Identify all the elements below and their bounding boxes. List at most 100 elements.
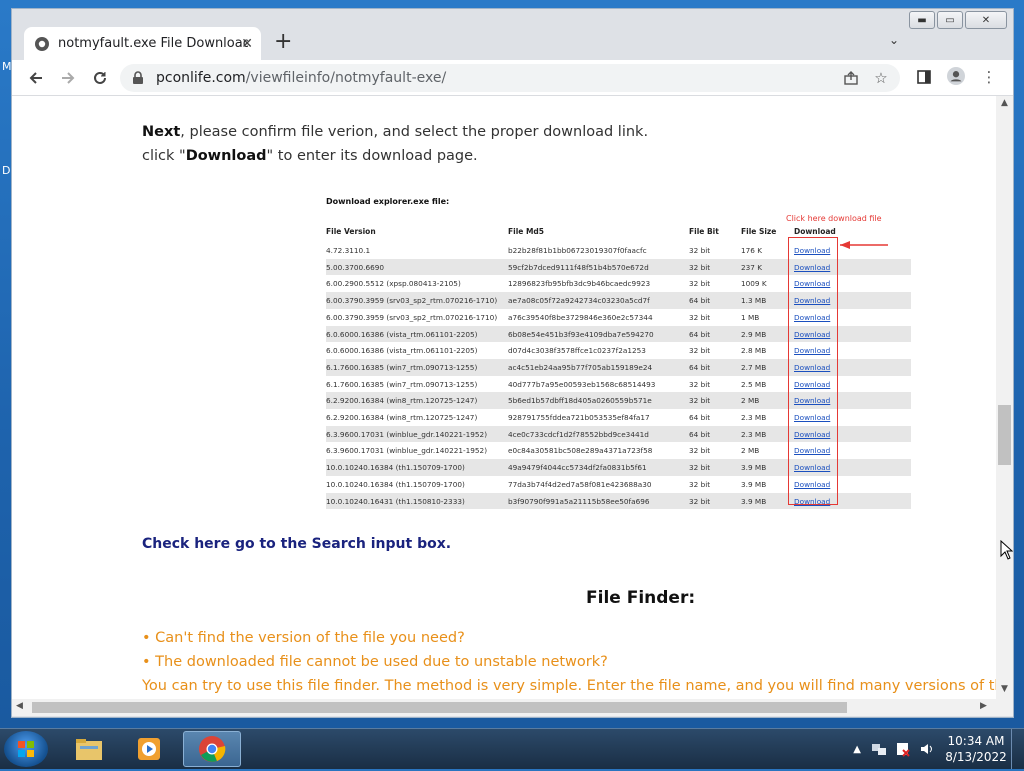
show-hidden-icons[interactable]: ▲ (853, 744, 861, 755)
cell-md5: 40d777b7a95e00593eb1568c68514493 (508, 379, 656, 389)
download-table: Download explorer.exe file: Click here d… (322, 191, 912, 511)
maximize-button[interactable]: ▭ (937, 11, 963, 29)
cell-size: 2.7 MB (741, 362, 767, 372)
mouse-cursor-icon (1000, 540, 1013, 560)
url-host: pconlife.com (156, 70, 246, 86)
col-header-size: File Size (741, 227, 777, 236)
side-panel-icon[interactable] (915, 68, 933, 86)
cell-version: 6.0.6000.16386 (vista_rtm.061101-2205) (326, 329, 478, 339)
cell-size: 3.9 MB (741, 496, 767, 506)
search-box-link[interactable]: Check here go to the Search input box. (142, 536, 451, 552)
show-desktop-button[interactable] (1011, 729, 1024, 769)
cell-bit: 64 bit (689, 362, 711, 372)
tab-close-icon[interactable]: ✕ (241, 36, 253, 52)
vertical-scrollbar[interactable]: ▲ ▼ (996, 96, 1013, 700)
cell-md5: 12896823fb95bfb3dc9b46bcaedc9923 (508, 279, 651, 289)
cell-size: 2 MB (741, 396, 760, 406)
cell-version: 6.3.9600.17031 (winblue_gdr.140221-1952) (326, 429, 488, 439)
network-icon[interactable] (871, 741, 887, 757)
bookmark-star-icon[interactable]: ☆ (872, 69, 890, 87)
taskbar: ▲ 10:34 AM 8/13/2022 (0, 728, 1024, 769)
cell-bit: 64 bit (689, 413, 711, 422)
tab-search-icon[interactable]: ⌄ (889, 33, 899, 47)
menu-kebab-icon[interactable]: ⋮ (980, 68, 998, 86)
instruction-text: , please confirm file verion, and select… (180, 124, 649, 140)
cell-version: 6.00.3790.3959 (srv03_sp2_rtm.070216-171… (326, 296, 498, 306)
finder-description: You can try to use this file finder. The… (142, 678, 996, 694)
cell-version: 10.0.10240.16384 (th1.150709-1700) (326, 463, 465, 473)
cell-md5: ac4c51eb24aa95b77f705ab159189e24 (508, 362, 653, 372)
url-text[interactable]: pconlife.com/viewfileinfo/notmyfault-exe… (156, 70, 446, 86)
scroll-up-icon[interactable]: ▲ (996, 98, 1013, 112)
cell-md5: 928791755fddea721b053535ef84fa17 (508, 413, 650, 422)
cell-md5: 59cf2b7dced9111f48f51b4b570e672d (508, 262, 649, 272)
volume-icon[interactable] (919, 741, 935, 757)
lock-icon[interactable] (132, 71, 144, 85)
cell-size: 2.8 MB (741, 346, 767, 356)
cell-size: 176 K (741, 246, 763, 255)
url-path: /viewfileinfo/notmyfault-exe/ (245, 70, 447, 86)
cell-version: 6.1.7600.16385 (win7_rtm.090713-1255) (326, 379, 478, 389)
cell-version: 6.2.9200.16384 (win8_rtm.120725-1247) (326, 413, 478, 422)
cell-bit: 64 bit (689, 296, 711, 306)
cell-version: 6.0.6000.16386 (vista_rtm.061101-2205) (326, 346, 478, 356)
cell-size: 2.5 MB (741, 379, 767, 389)
address-bar[interactable]: pconlife.com/viewfileinfo/notmyfault-exe… (120, 64, 900, 92)
cell-bit: 32 bit (689, 312, 711, 322)
system-tray: ▲ 10:34 AM 8/13/2022 (853, 729, 1024, 769)
scroll-down-icon[interactable]: ▼ (996, 684, 1013, 698)
scroll-thumb[interactable] (998, 405, 1011, 465)
cell-version: 10.0.10240.16384 (th1.150709-1700) (326, 479, 465, 489)
folder-icon (76, 739, 102, 760)
forward-button[interactable] (56, 66, 80, 90)
reload-icon (94, 71, 106, 84)
cell-bit: 32 bit (689, 396, 711, 406)
cell-md5: e0c84a30581bc508e289a4371a723f58 (508, 446, 653, 456)
cell-size: 2 MB (741, 446, 760, 456)
taskbar-explorer[interactable] (60, 731, 118, 767)
close-button[interactable]: ✕ (965, 11, 1007, 29)
page-content: Next, please confirm file verion, and se… (12, 96, 996, 700)
cell-bit: 32 bit (689, 479, 711, 489)
action-center-icon[interactable] (895, 741, 911, 757)
next-label: Next (142, 124, 181, 140)
cell-bit: 32 bit (689, 496, 711, 506)
start-button[interactable] (4, 731, 48, 767)
cell-version: 10.0.10240.16431 (th1.150810-2333) (326, 496, 465, 506)
browser-window: ▬ ▭ ✕ notmyfault.exe File Download & ...… (11, 8, 1014, 718)
cell-md5: d07d4c3038f3578ffce1c0237f2a1253 (508, 346, 646, 356)
col-header-version: File Version (326, 227, 376, 236)
cell-size: 2.3 MB (741, 413, 767, 422)
desktop-icon-label[interactable]: D (2, 164, 10, 177)
download-label: Download (185, 148, 267, 164)
scroll-right-icon[interactable]: ▶ (980, 701, 987, 711)
taskbar-clock[interactable]: 10:34 AM 8/13/2022 (941, 733, 1011, 765)
cell-md5: b22b28f81b1bb06723019307f0faacfc (508, 246, 647, 255)
cell-version: 4.72.3110.1 (326, 246, 371, 255)
col-header-download: Download (794, 227, 836, 236)
browser-toolbar: pconlife.com/viewfileinfo/notmyfault-exe… (12, 60, 1013, 96)
profile-avatar-icon[interactable] (947, 67, 965, 85)
cell-bit: 32 bit (689, 446, 711, 456)
back-button[interactable] (24, 66, 48, 90)
share-icon[interactable] (842, 69, 860, 87)
scroll-thumb[interactable] (32, 702, 847, 713)
cell-md5: 49a9479f4044cc5734df2fa0831b5f61 (508, 463, 647, 473)
taskbar-media-player[interactable] (120, 731, 178, 767)
horizontal-scrollbar[interactable]: ◀ ▶ (12, 699, 1013, 716)
tab-title: notmyfault.exe File Download & ... (58, 36, 248, 51)
browser-tab[interactable]: notmyfault.exe File Download & ... ✕ (24, 27, 261, 60)
cell-md5: 6b08e54e451b3f93e4109dba7e594270 (508, 329, 654, 339)
window-controls: ▬ ▭ ✕ (909, 11, 1007, 29)
cell-bit: 32 bit (689, 463, 711, 473)
minimize-button[interactable]: ▬ (909, 11, 935, 29)
new-tab-button[interactable]: + (274, 29, 292, 54)
globe-icon (35, 36, 49, 51)
cell-bit: 32 bit (689, 262, 711, 272)
file-finder-title: File Finder: (586, 588, 696, 608)
taskbar-chrome[interactable] (183, 731, 241, 767)
scroll-left-icon[interactable]: ◀ (16, 701, 23, 711)
finder-bullet-1: • Can't find the version of the file you… (142, 630, 465, 646)
reload-button[interactable] (88, 66, 112, 90)
col-header-md5: File Md5 (508, 227, 545, 236)
